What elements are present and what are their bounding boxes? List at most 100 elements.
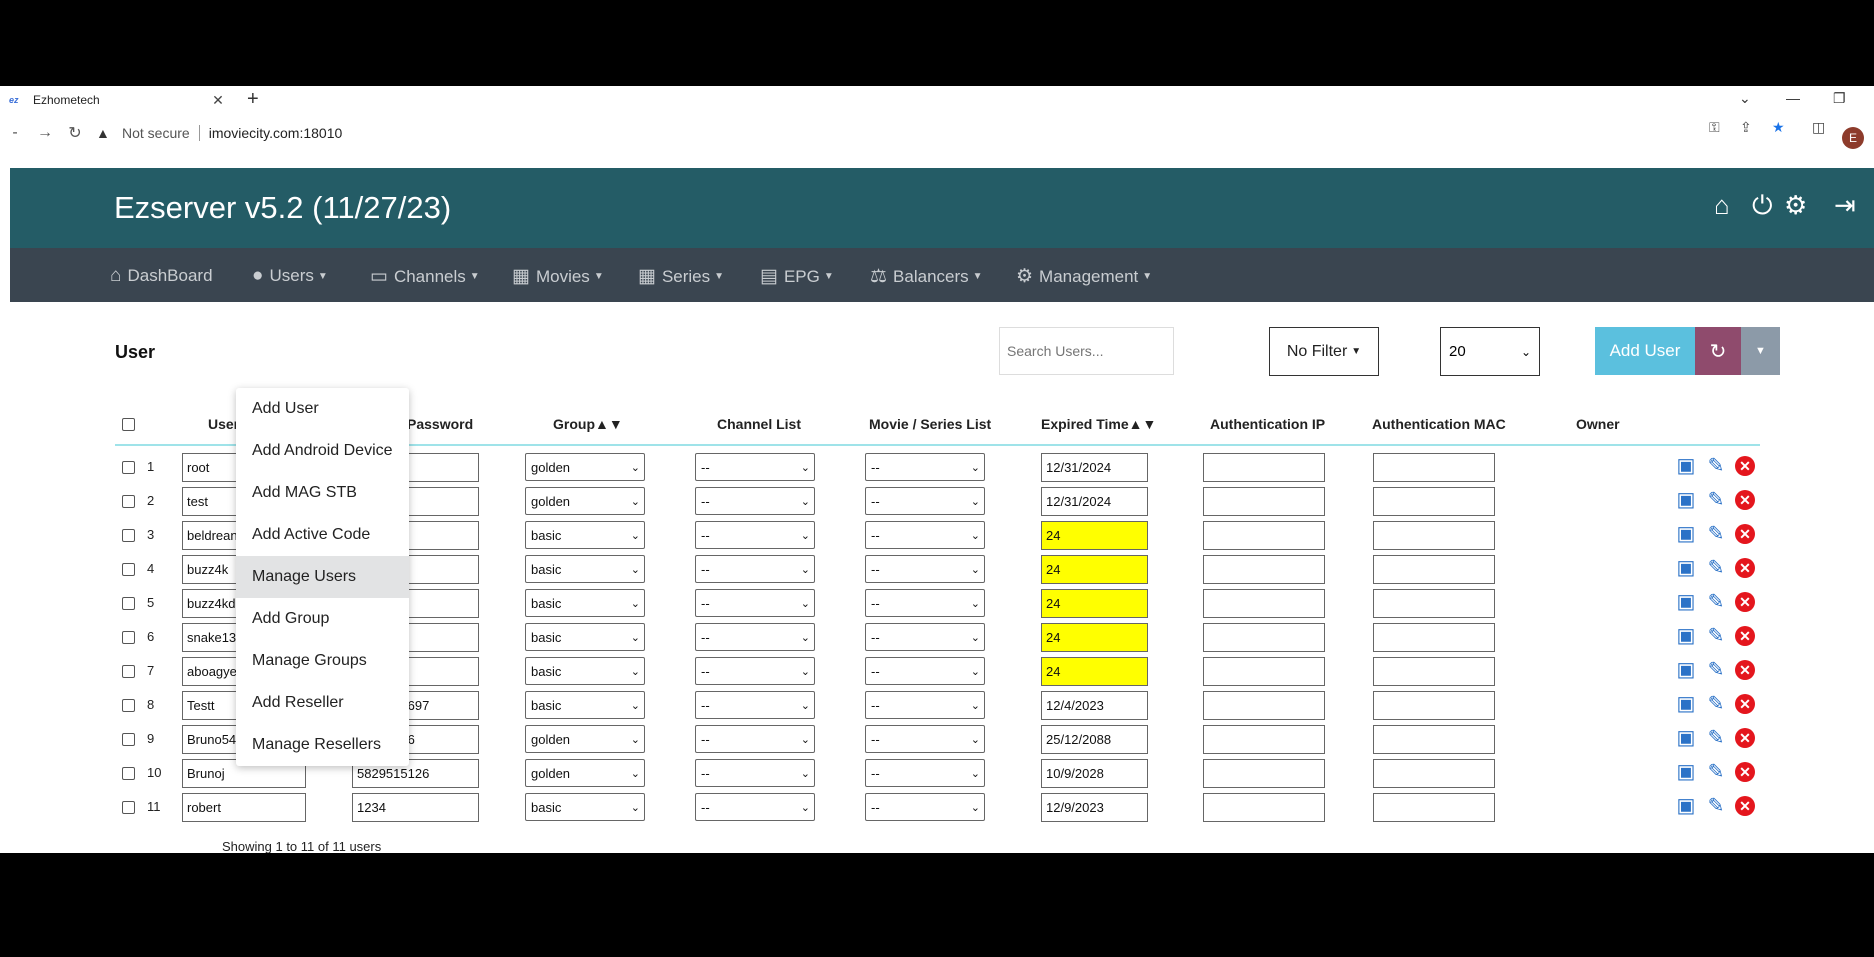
delete-icon[interactable]: ✕	[1735, 558, 1755, 578]
auth-ip-field[interactable]	[1203, 691, 1325, 720]
delete-icon[interactable]: ✕	[1735, 490, 1755, 510]
expired-time-field[interactable]: 12/9/2023	[1041, 793, 1148, 822]
menu-management[interactable]: ⚙ Management ▼	[1016, 265, 1152, 288]
auth-mac-field[interactable]	[1373, 453, 1495, 482]
save-icon[interactable]: ▣	[1675, 761, 1697, 783]
auth-mac-field[interactable]	[1373, 521, 1495, 550]
save-icon[interactable]: ▣	[1675, 659, 1697, 681]
save-icon[interactable]: ▣	[1675, 625, 1697, 647]
channel-list-select[interactable]: -- ⌄	[695, 555, 815, 583]
delete-icon[interactable]: ✕	[1735, 592, 1755, 612]
group-select[interactable]: basic ⌄	[525, 793, 645, 821]
edit-icon[interactable]: ✎	[1705, 489, 1727, 511]
bookmark-star-icon[interactable]: ★	[1772, 119, 1785, 136]
search-input[interactable]	[999, 327, 1174, 375]
edit-icon[interactable]: ✎	[1705, 693, 1727, 715]
browser-tab[interactable]: ez Ezhometech ✕	[0, 86, 234, 114]
reload-icon[interactable]: ↻	[64, 123, 86, 143]
channel-list-select[interactable]: -- ⌄	[695, 657, 815, 685]
edit-icon[interactable]: ✎	[1705, 523, 1727, 545]
menu-dashboard[interactable]: ⌂ DashBoard	[110, 265, 213, 287]
movie-list-select[interactable]: -- ⌄	[865, 793, 985, 821]
group-select[interactable]: golden ⌄	[525, 487, 645, 515]
expired-time-field[interactable]: 25/12/2088	[1041, 725, 1148, 754]
delete-icon[interactable]: ✕	[1735, 728, 1755, 748]
menu-balancers[interactable]: ⚖ Balancers ▼	[870, 265, 983, 288]
row-checkbox[interactable]	[122, 767, 135, 780]
dropdown-item-add-active-code[interactable]: Add Active Code	[236, 514, 409, 556]
edit-icon[interactable]: ✎	[1705, 591, 1727, 613]
movie-list-select[interactable]: -- ⌄	[865, 453, 985, 481]
group-select[interactable]: basic ⌄	[525, 623, 645, 651]
dropdown-item-add-reseller[interactable]: Add Reseller	[236, 682, 409, 724]
side-panel-icon[interactable]: ◫	[1812, 119, 1825, 136]
dropdown-item-add-android-device[interactable]: Add Android Device	[236, 430, 409, 472]
group-select[interactable]: basic ⌄	[525, 555, 645, 583]
movie-list-select[interactable]: -- ⌄	[865, 521, 985, 549]
tab-search-icon[interactable]: ⌄	[1739, 90, 1751, 107]
delete-icon[interactable]: ✕	[1735, 626, 1755, 646]
movie-list-select[interactable]: -- ⌄	[865, 759, 985, 787]
auth-mac-field[interactable]	[1373, 589, 1495, 618]
expired-time-field[interactable]: 24	[1041, 521, 1148, 550]
new-tab-icon[interactable]: +	[247, 88, 259, 111]
expired-time-field[interactable]: 24	[1041, 589, 1148, 618]
delete-icon[interactable]: ✕	[1735, 660, 1755, 680]
row-checkbox[interactable]	[122, 631, 135, 644]
expired-time-field[interactable]: 12/31/2024	[1041, 453, 1148, 482]
edit-icon[interactable]: ✎	[1705, 557, 1727, 579]
expired-time-field[interactable]: 12/4/2023	[1041, 691, 1148, 720]
channel-list-select[interactable]: -- ⌄	[695, 623, 815, 651]
save-icon[interactable]: ▣	[1675, 557, 1697, 579]
auth-ip-field[interactable]	[1203, 657, 1325, 686]
edit-icon[interactable]: ✎	[1705, 455, 1727, 477]
more-actions-button[interactable]: ▼	[1741, 327, 1780, 375]
save-icon[interactable]: ▣	[1675, 523, 1697, 545]
logout-icon[interactable]: ⇥	[1834, 190, 1856, 221]
row-checkbox[interactable]	[122, 495, 135, 508]
auth-mac-field[interactable]	[1373, 555, 1495, 584]
header-user[interactable]: User	[208, 416, 239, 432]
share-icon[interactable]: ⇪	[1740, 119, 1752, 136]
add-user-button[interactable]: Add User	[1595, 327, 1695, 375]
movie-list-select[interactable]: -- ⌄	[865, 555, 985, 583]
auth-ip-field[interactable]	[1203, 487, 1325, 516]
power-icon[interactable]: ⏻	[1752, 190, 1773, 222]
row-checkbox[interactable]	[122, 665, 135, 678]
channel-list-select[interactable]: -- ⌄	[695, 453, 815, 481]
channel-list-select[interactable]: -- ⌄	[695, 759, 815, 787]
edit-icon[interactable]: ✎	[1705, 761, 1727, 783]
save-icon[interactable]: ▣	[1675, 489, 1697, 511]
per-page-select[interactable]: 20 ⌄	[1440, 327, 1540, 376]
delete-icon[interactable]: ✕	[1735, 524, 1755, 544]
auth-mac-field[interactable]	[1373, 691, 1495, 720]
group-select[interactable]: basic ⌄	[525, 691, 645, 719]
edit-icon[interactable]: ✎	[1705, 727, 1727, 749]
menu-users[interactable]: ● Users ▼	[252, 265, 328, 287]
delete-icon[interactable]: ✕	[1735, 456, 1755, 476]
auth-mac-field[interactable]	[1373, 487, 1495, 516]
auth-mac-field[interactable]	[1373, 725, 1495, 754]
close-tab-icon[interactable]: ✕	[210, 92, 226, 109]
restore-icon[interactable]: ❐	[1833, 90, 1846, 107]
edit-icon[interactable]: ✎	[1705, 795, 1727, 817]
auth-ip-field[interactable]	[1203, 759, 1325, 788]
home-icon[interactable]: ⌂	[1714, 190, 1730, 221]
forward-icon[interactable]: →	[34, 124, 56, 142]
group-select[interactable]: golden ⌄	[525, 759, 645, 787]
movie-list-select[interactable]: -- ⌄	[865, 589, 985, 617]
group-select[interactable]: basic ⌄	[525, 521, 645, 549]
password-field[interactable]: 1234	[352, 793, 479, 822]
auth-ip-field[interactable]	[1203, 623, 1325, 652]
row-checkbox[interactable]	[122, 461, 135, 474]
header-expired-time[interactable]: Expired Time▲▼	[1041, 416, 1156, 432]
expired-time-field[interactable]: 12/31/2024	[1041, 487, 1148, 516]
auth-ip-field[interactable]	[1203, 793, 1325, 822]
delete-icon[interactable]: ✕	[1735, 694, 1755, 714]
dropdown-item-add-user[interactable]: Add User	[236, 388, 409, 430]
row-checkbox[interactable]	[122, 597, 135, 610]
edit-icon[interactable]: ✎	[1705, 625, 1727, 647]
auth-mac-field[interactable]	[1373, 623, 1495, 652]
key-icon[interactable]: ⚿	[1709, 119, 1720, 136]
expired-time-field[interactable]: 24	[1041, 623, 1148, 652]
